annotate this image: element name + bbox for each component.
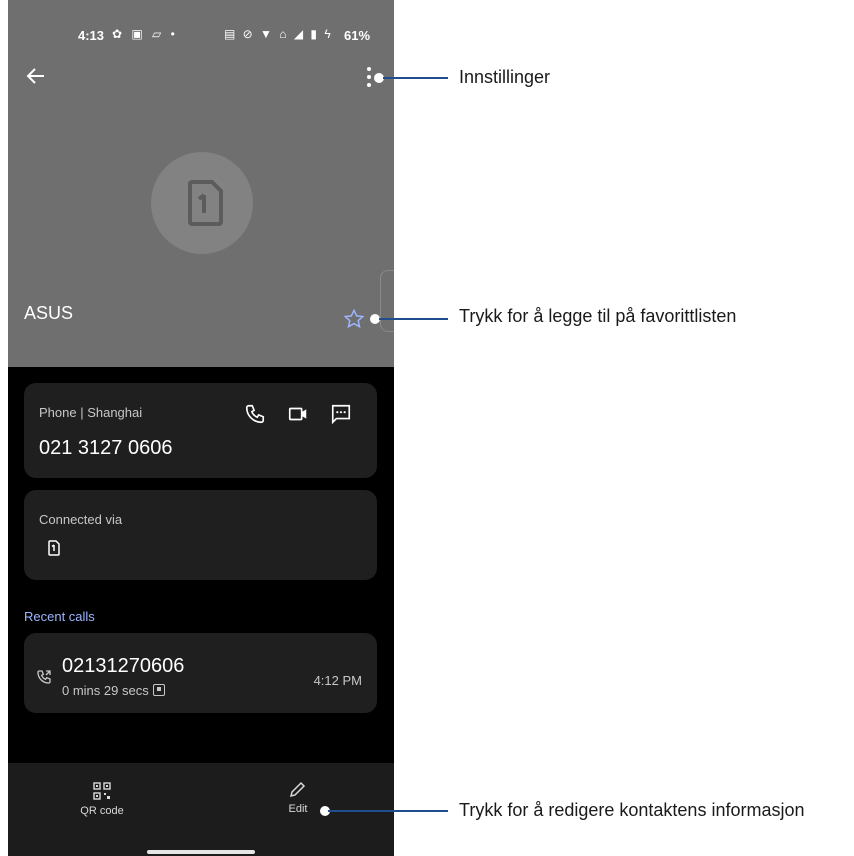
edit-button[interactable]: Edit	[268, 779, 328, 823]
recent-call-number: 02131270606	[62, 655, 185, 677]
callout-line-favorite	[379, 318, 448, 320]
phone-screen: 4:13 ✿ ▣ ▱ • ▤ ⊘ ▼ ⌂ ◢ ▮ ϟ 61% ASUS Phon…	[8, 0, 394, 856]
connected-via-label: Connected via	[39, 512, 123, 527]
back-arrow-icon[interactable]	[24, 64, 48, 88]
recent-call-detail: 0 mins 29 secs	[62, 683, 165, 698]
side-panel-handle[interactable]	[380, 270, 394, 332]
battery-percent: 61%	[344, 28, 371, 43]
recent-call-item[interactable]: 02131270606 0 mins 29 secs 4:12 PM	[24, 633, 377, 713]
recent-call-duration: 0 mins 29 secs	[62, 683, 149, 698]
callout-settings-text: Innstillinger	[459, 67, 551, 87]
callout-line-settings	[383, 77, 448, 79]
contact-name: ASUS	[24, 303, 74, 323]
status-system-icons: ▤ ⊘ ▼ ⌂ ◢ ▮ ϟ	[224, 27, 333, 41]
status-time: 4:13	[78, 28, 105, 43]
qr-code-button[interactable]: QR code	[62, 781, 142, 825]
favorite-star-icon[interactable]	[343, 308, 365, 330]
recent-calls-title: Recent calls	[24, 609, 95, 624]
video-call-icon[interactable]	[287, 403, 309, 425]
contact-header: 4:13 ✿ ▣ ▱ • ▤ ⊘ ▼ ⌂ ◢ ▮ ϟ 61% ASUS	[8, 0, 394, 367]
recent-call-time: 4:12 PM	[313, 673, 362, 688]
qr-code-label: QR code	[80, 805, 124, 817]
qr-code-icon	[93, 782, 111, 800]
callout-line-edit	[328, 810, 448, 812]
call-icon[interactable]	[244, 403, 266, 425]
contact-avatar	[151, 152, 253, 254]
status-notification-icons: ✿ ▣ ▱ •	[112, 27, 178, 41]
pencil-icon	[289, 781, 306, 798]
message-icon[interactable]	[330, 403, 352, 425]
edit-label: Edit	[288, 803, 308, 815]
sim-card-1-icon	[188, 180, 223, 226]
phone-card[interactable]: Phone | Shanghai 021 3127 0606	[24, 383, 377, 478]
sim-card-1-icon	[46, 540, 60, 561]
callout-favorite-text: Trykk for å legge til på favorittlisten	[459, 306, 737, 326]
outgoing-call-icon	[36, 669, 52, 690]
connected-via-card: Connected via	[24, 490, 377, 580]
gesture-nav-handle[interactable]	[147, 850, 255, 854]
callout-edit-text: Trykk for å redigere kontaktens informas…	[459, 800, 805, 820]
recorded-call-icon	[152, 684, 165, 696]
status-bar: 4:13 ✿ ▣ ▱ • ▤ ⊘ ▼ ⌂ ◢ ▮ ϟ 61%	[8, 0, 394, 44]
phone-type-label: Phone | Shanghai	[39, 405, 143, 420]
phone-number: 021 3127 0606	[39, 437, 173, 459]
